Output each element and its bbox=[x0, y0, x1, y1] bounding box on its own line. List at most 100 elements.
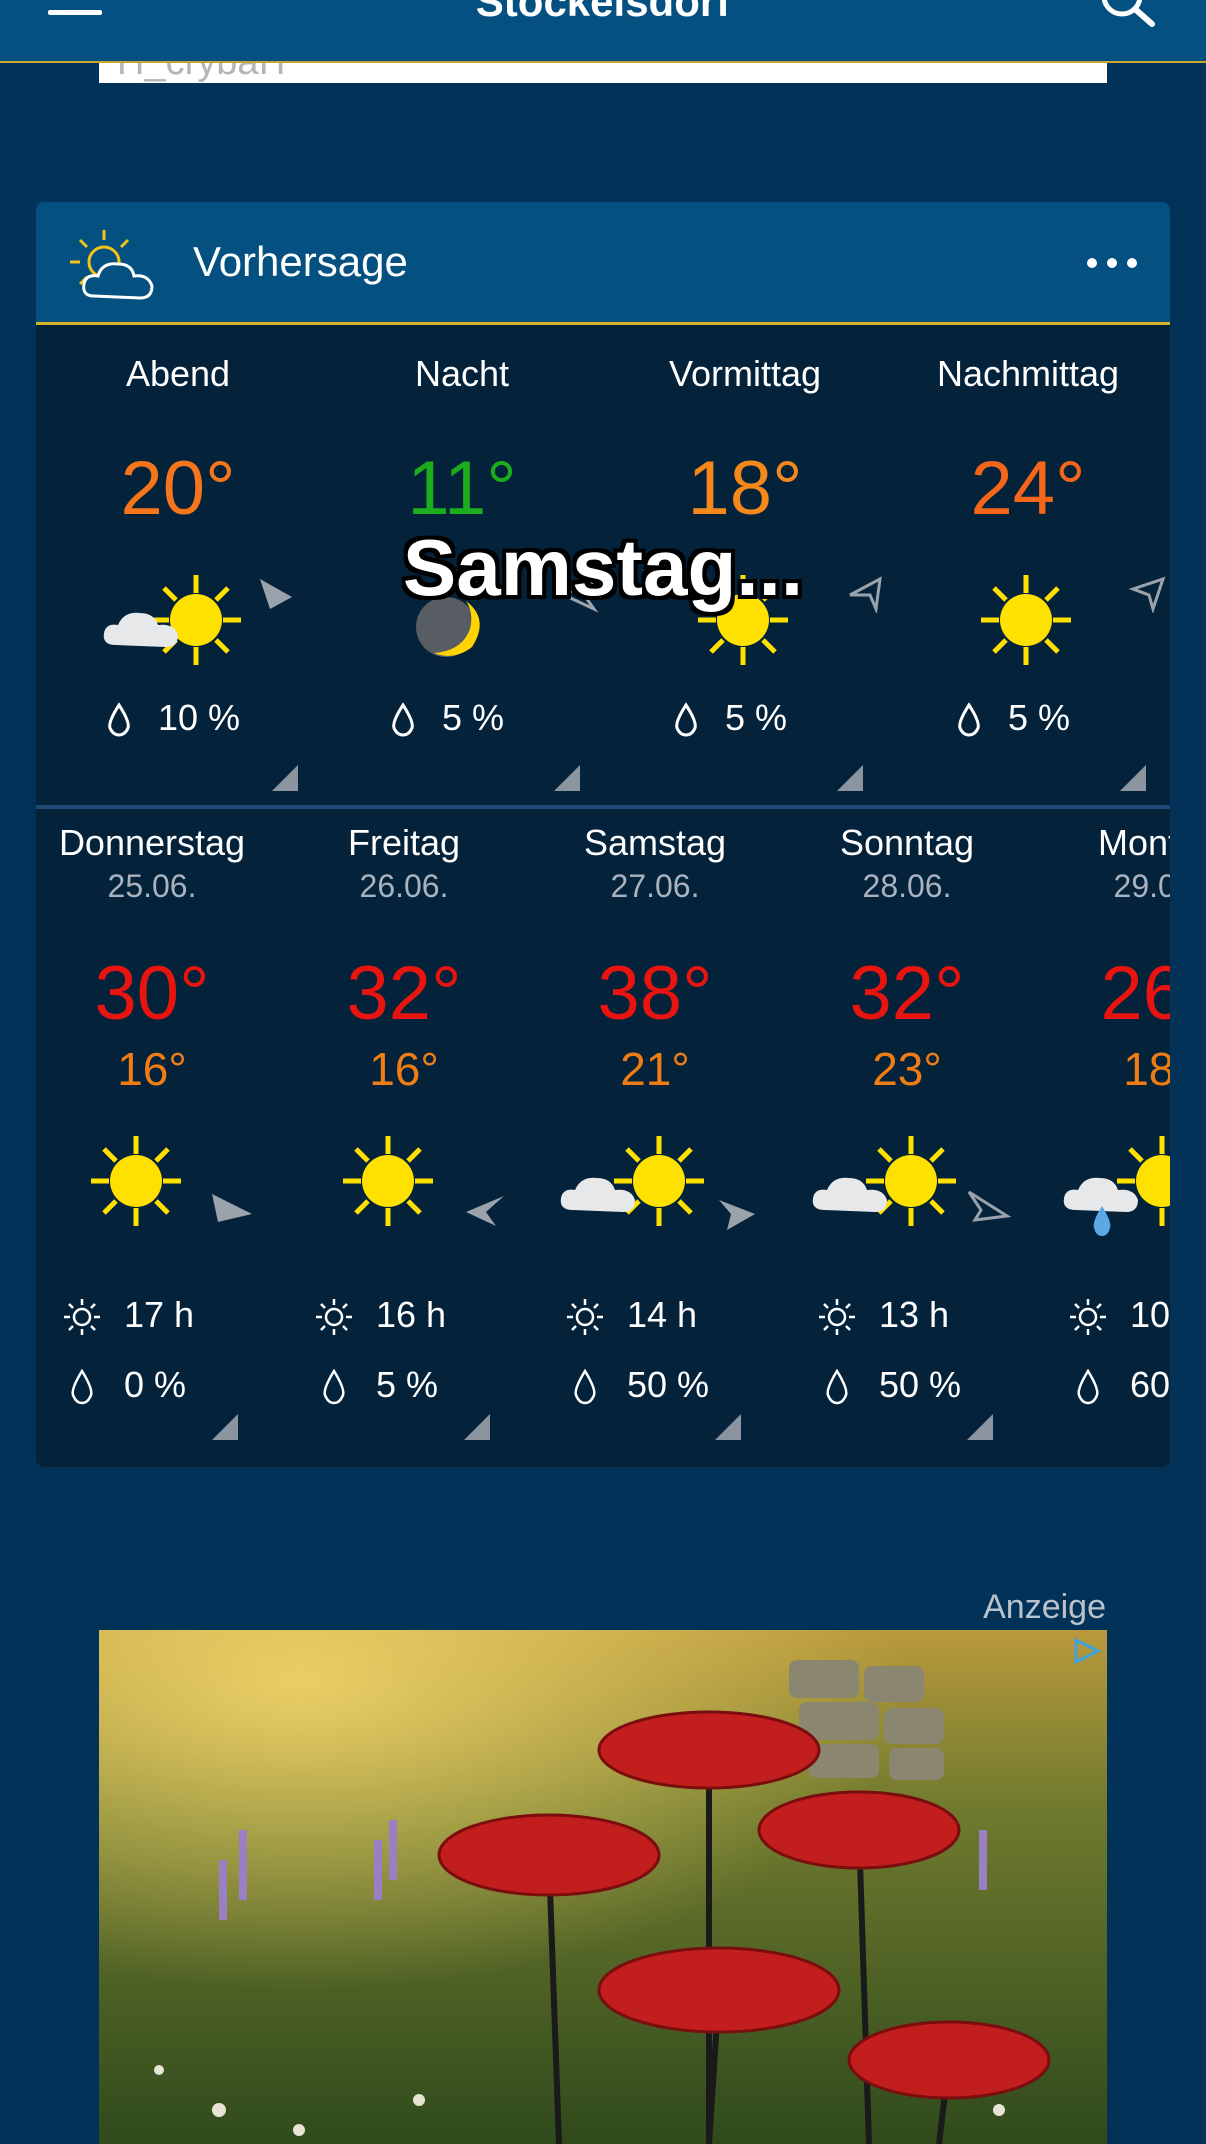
sunshine-value: 10 bbox=[1130, 1294, 1170, 1335]
rain-value: 0 % bbox=[124, 1364, 187, 1405]
sunshine-duration: 17 h bbox=[62, 1294, 194, 1337]
rain-value: 50 % bbox=[627, 1364, 710, 1405]
day-high-temp: 38° bbox=[597, 951, 713, 1036]
period-precipitation: 10 % bbox=[106, 697, 240, 739]
day-low-temp: 23° bbox=[872, 1043, 942, 1095]
partly-cloudy-icon bbox=[560, 1136, 755, 1230]
day-forecast-item[interactable]: Freitag 26.06. 32° 16° 16 h 5 % bbox=[278, 814, 530, 1454]
raindrop-icon bbox=[675, 702, 697, 737]
expand-corner-icon[interactable] bbox=[967, 1414, 993, 1440]
period-label: Vormittag bbox=[668, 353, 822, 394]
sunshine-duration: 14 h bbox=[565, 1294, 697, 1337]
raindrop-icon bbox=[826, 1369, 848, 1405]
ad-banner-text: H_crybaIT bbox=[117, 63, 292, 83]
expand-corner-icon[interactable] bbox=[715, 1414, 741, 1440]
partly-cloudy-icon bbox=[812, 1136, 1011, 1226]
sun-icon bbox=[343, 1136, 504, 1226]
search-icon[interactable] bbox=[1100, 0, 1160, 30]
expand-corner-icon[interactable] bbox=[464, 1414, 490, 1440]
period-precipitation: 5 % bbox=[390, 697, 504, 739]
day-date: 26.06. bbox=[359, 868, 449, 904]
sunshine-value: 16 h bbox=[376, 1294, 447, 1335]
day-name: Freitag bbox=[347, 822, 461, 863]
period-label: Nacht bbox=[414, 353, 510, 394]
rain-value: 5 % bbox=[376, 1364, 439, 1405]
sunshine-duration: 16 h bbox=[314, 1294, 446, 1337]
rain-probability: 60 bbox=[1068, 1364, 1170, 1407]
sunshine-icon bbox=[1070, 1299, 1106, 1336]
precip-value: 10 % bbox=[158, 697, 241, 738]
period-temperature: 20° bbox=[120, 446, 236, 531]
sunshine-value: 13 h bbox=[879, 1294, 950, 1335]
period-temperature: 11° bbox=[407, 446, 517, 531]
rain-probability: 0 % bbox=[62, 1364, 186, 1407]
day-forecast-item[interactable]: Donnerstag 25.06. 30° 16° 17 h 0 % bbox=[36, 814, 278, 1454]
rain-probability: 50 % bbox=[565, 1364, 709, 1407]
day-name: Montag bbox=[1097, 822, 1170, 863]
app-top-bar: Stockelsdorf bbox=[0, 0, 1206, 63]
overlay-caption: Samstag... bbox=[402, 523, 804, 612]
day-high-temp: 32° bbox=[346, 951, 462, 1036]
day-low-temp: 16° bbox=[369, 1043, 439, 1095]
advertisement-image[interactable] bbox=[99, 1630, 1107, 2144]
day-forecast-item[interactable]: Sonntag 28.06. 32° 23° 13 h 50 % bbox=[781, 814, 1033, 1454]
partly-cloudy-icon bbox=[70, 230, 154, 300]
sunshine-value: 17 h bbox=[124, 1294, 195, 1335]
day-name: Sonntag bbox=[839, 822, 975, 863]
raindrop-icon bbox=[574, 1369, 596, 1405]
day-low-temp: 21° bbox=[620, 1043, 690, 1095]
day-name: Donnerstag bbox=[58, 822, 246, 863]
page-title: Stockelsdorf bbox=[475, 0, 731, 25]
precip-value: 5 % bbox=[1008, 697, 1071, 738]
raindrop-icon bbox=[71, 1369, 93, 1405]
sunshine-icon bbox=[567, 1299, 603, 1336]
day-date: 25.06. bbox=[107, 868, 197, 904]
expand-corner-icon[interactable] bbox=[272, 765, 298, 791]
forecast-card: Vorhersage Abend 20° 10 % Nacht 11° 5 % … bbox=[36, 202, 1170, 1467]
rain-value: 60 bbox=[1130, 1364, 1170, 1405]
sunshine-icon bbox=[819, 1299, 855, 1336]
forecast-card-header: Vorhersage bbox=[36, 202, 1170, 325]
day-high-temp: 32° bbox=[849, 951, 965, 1036]
expand-corner-icon[interactable] bbox=[837, 765, 863, 791]
period-temperature: 18° bbox=[687, 446, 803, 531]
ad-choices-icon[interactable] bbox=[1072, 1636, 1102, 1666]
day-low-temp: 16° bbox=[117, 1043, 187, 1095]
sunshine-icon bbox=[316, 1299, 352, 1336]
sunshine-duration: 10 bbox=[1068, 1294, 1170, 1337]
day-date: 27.06. bbox=[610, 868, 700, 904]
rain-probability: 5 % bbox=[314, 1364, 438, 1407]
raindrop-icon bbox=[958, 702, 980, 737]
precip-value: 5 % bbox=[725, 697, 788, 738]
sun-icon bbox=[91, 1136, 252, 1226]
precip-value: 5 % bbox=[442, 697, 505, 738]
expand-corner-icon[interactable] bbox=[1120, 765, 1146, 791]
ad-banner-top[interactable]: H_crybaIT bbox=[99, 63, 1107, 83]
day-high-temp: 30° bbox=[94, 951, 210, 1036]
day-low-temp: 18° bbox=[1123, 1043, 1170, 1095]
rain-probability: 50 % bbox=[817, 1364, 961, 1407]
raindrop-icon bbox=[108, 702, 130, 737]
forecast-title: Vorhersage bbox=[193, 238, 408, 285]
sunshine-duration: 13 h bbox=[817, 1294, 949, 1337]
period-label: Abend bbox=[125, 353, 231, 394]
raindrop-icon bbox=[323, 1369, 345, 1405]
day-high-temp: 26° bbox=[1100, 951, 1170, 1036]
day-forecast-item[interactable]: Montag 29.06. 26° 18° 10 60 bbox=[1032, 814, 1170, 1454]
section-divider bbox=[36, 805, 1170, 809]
period-precipitation: 5 % bbox=[673, 697, 787, 739]
ad-label: Anzeige bbox=[983, 1588, 1106, 1626]
sunshine-icon bbox=[64, 1299, 100, 1336]
expand-corner-icon[interactable] bbox=[554, 765, 580, 791]
period-temperature: 24° bbox=[970, 446, 1086, 531]
day-date: 28.06. bbox=[862, 868, 952, 904]
rain-value: 50 % bbox=[879, 1364, 962, 1405]
more-options-icon[interactable] bbox=[1086, 252, 1138, 274]
day-date: 29.06. bbox=[1113, 868, 1170, 904]
expand-corner-icon[interactable] bbox=[212, 1414, 238, 1440]
day-name: Samstag bbox=[583, 822, 727, 863]
raindrop-icon bbox=[392, 702, 414, 737]
period-label: Nachmittag bbox=[936, 353, 1120, 394]
day-forecast-item[interactable]: Samstag 27.06. 38° 21° 14 h 50 % bbox=[529, 814, 781, 1454]
sunshine-value: 14 h bbox=[627, 1294, 698, 1335]
